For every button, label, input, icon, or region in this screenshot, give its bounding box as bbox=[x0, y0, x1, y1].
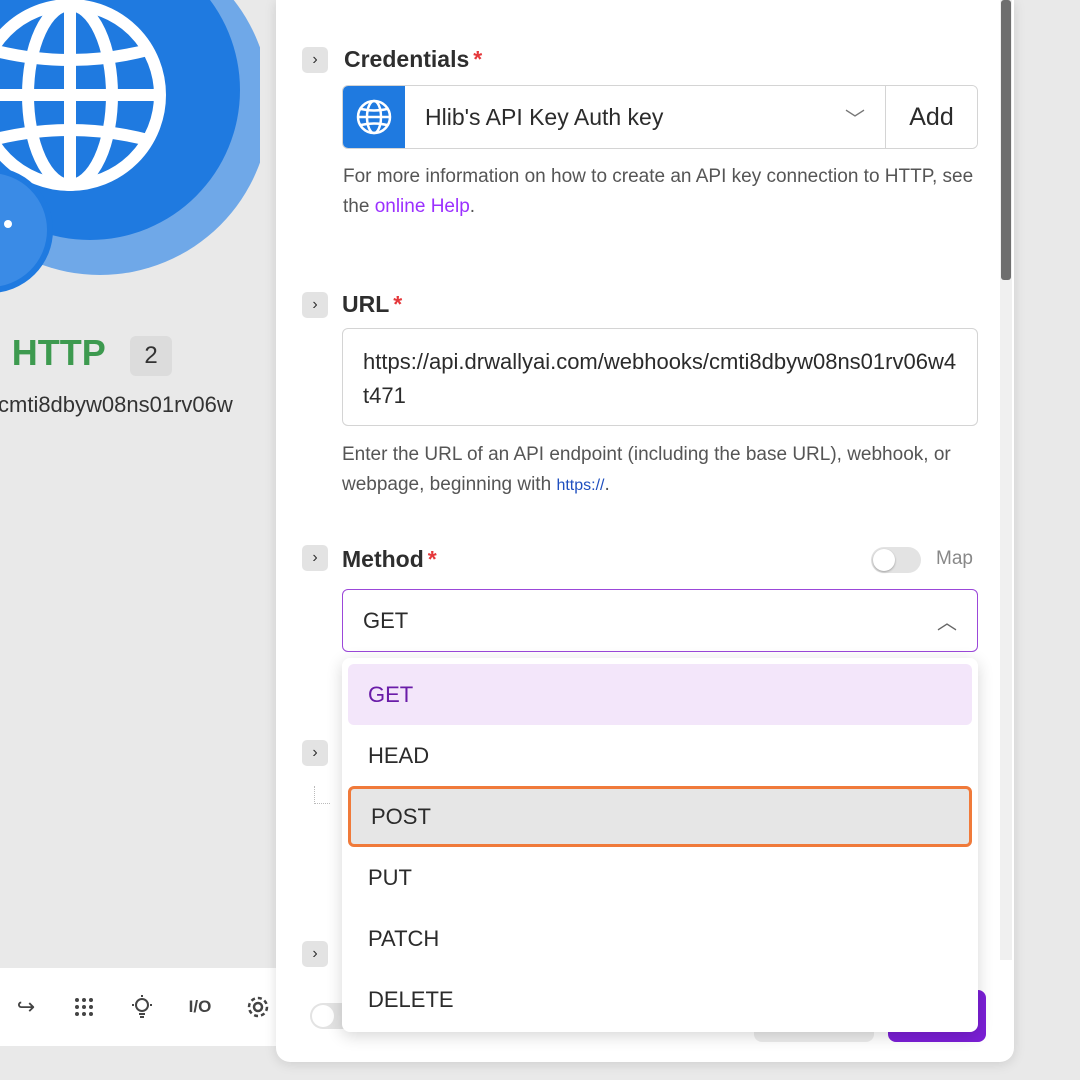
url-label: URL * bbox=[342, 291, 403, 317]
field-expand-button[interactable]: › bbox=[302, 740, 328, 766]
method-label: Method * bbox=[342, 546, 437, 572]
method-option-put[interactable]: PUT bbox=[348, 847, 972, 908]
tree-connector bbox=[314, 786, 330, 804]
url-help: Enter the URL of an API endpoint (includ… bbox=[342, 444, 951, 495]
url-expand-button[interactable]: › bbox=[302, 292, 328, 318]
map-label: Map bbox=[936, 548, 973, 569]
method-option-head[interactable]: HEAD bbox=[348, 725, 972, 786]
method-option-delete[interactable]: DELETE bbox=[348, 969, 972, 1030]
chevron-up-icon: ︿ bbox=[937, 612, 957, 634]
chevron-down-icon[interactable]: ﹀ bbox=[825, 86, 885, 148]
method-option-post[interactable]: POST bbox=[348, 786, 972, 847]
http-module-node[interactable] bbox=[0, 0, 260, 310]
scenario-canvas[interactable]: ● HTTP 2 cmti8dbyw08ns01rv06w ↪ I/O bbox=[0, 0, 290, 1080]
globe-icon bbox=[343, 86, 405, 148]
canvas-toolbar: ↪ I/O bbox=[0, 968, 290, 1046]
online-help-link[interactable]: online Help bbox=[375, 196, 470, 217]
field-expand-button[interactable]: › bbox=[302, 941, 328, 967]
map-toggle[interactable] bbox=[871, 547, 921, 573]
method-dropdown: GET HEAD POST PUT PATCH DELETE bbox=[342, 658, 978, 1032]
method-expand-button[interactable]: › bbox=[302, 545, 328, 571]
method-option-patch[interactable]: PATCH bbox=[348, 908, 972, 969]
add-credential-button[interactable]: Add bbox=[885, 86, 977, 148]
credentials-value: Hlib's API Key Auth key bbox=[425, 103, 664, 130]
module-title: ● HTTP bbox=[0, 332, 106, 373]
credentials-expand-button[interactable]: › bbox=[302, 47, 328, 73]
method-option-get[interactable]: GET bbox=[348, 664, 972, 725]
credentials-select[interactable]: Hlib's API Key Auth key ﹀ Add bbox=[342, 85, 978, 149]
method-select[interactable]: GET ︿ bbox=[342, 589, 978, 652]
redo-icon[interactable]: ↪ bbox=[12, 993, 40, 1021]
lightbulb-icon[interactable] bbox=[128, 993, 156, 1021]
settings-icon[interactable] bbox=[244, 993, 272, 1021]
credentials-help: For more information on how to create an… bbox=[343, 166, 974, 217]
io-icon[interactable]: I/O bbox=[186, 993, 214, 1021]
url-input[interactable]: https://api.drwallyai.com/webhooks/cmti8… bbox=[342, 328, 978, 426]
grid-icon[interactable] bbox=[70, 993, 98, 1021]
module-count-badge: 2 bbox=[130, 336, 172, 376]
scrollbar-thumb[interactable] bbox=[1001, 0, 1011, 280]
module-subtitle: cmti8dbyw08ns01rv06w bbox=[0, 392, 233, 417]
credentials-label: Credentials * bbox=[344, 46, 483, 72]
method-selected-value: GET bbox=[363, 607, 409, 633]
